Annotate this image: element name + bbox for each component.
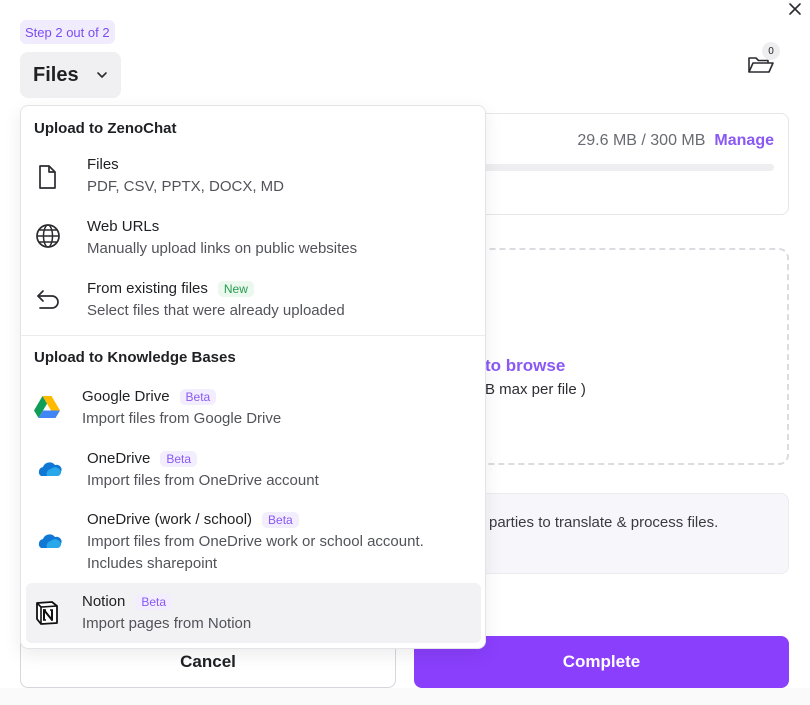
file-size-limit: B max per file ) [485, 381, 586, 398]
storage-usage: 29.6 MB / 300 MB Manage [577, 132, 774, 150]
menu-item-files[interactable]: Files PDF, CSV, PPTX, DOCX, MD [26, 154, 481, 202]
file-icon [39, 165, 56, 189]
menu-item-desc: Select files that were already uploaded [87, 302, 345, 319]
menu-item-title: From existing files [87, 280, 208, 297]
onedrive-icon [38, 534, 62, 548]
step-badge: Step 2 out of 2 [20, 20, 115, 44]
menu-item-desc: Import files from Google Drive [82, 410, 282, 427]
notice-text: parties to translate & process files. [489, 514, 719, 531]
globe-icon [36, 224, 60, 248]
return-arrow-icon [37, 290, 59, 309]
menu-item-onedrive[interactable]: OneDrive Beta Import files from OneDrive… [26, 448, 481, 496]
menu-item-desc: Manually upload links on public websites [87, 240, 358, 257]
onedrive-icon [38, 462, 62, 476]
menu-item-onedrive-work[interactable]: OneDrive (work / school) Beta Import fil… [26, 509, 481, 577]
bottom-bar [0, 688, 810, 705]
menu-item-existing-files[interactable]: From existing files New Select files tha… [26, 278, 481, 326]
files-dropdown-button[interactable]: Files [20, 52, 121, 98]
browse-link[interactable]: to browse [485, 356, 565, 376]
menu-item-desc: Import files from OneDrive account [87, 472, 319, 489]
menu-item-desc: Import pages from Notion [82, 615, 252, 632]
menu-item-title: Web URLs [87, 218, 160, 235]
beta-badge: Beta [262, 511, 299, 528]
section-title-zenochat: Upload to ZenoChat [34, 120, 177, 137]
notion-icon [36, 601, 58, 625]
menu-item-title: OneDrive (work / school) [87, 511, 253, 528]
google-drive-icon [34, 396, 60, 418]
menu-item-title: Google Drive [82, 388, 170, 405]
menu-item-google-drive[interactable]: Google Drive Beta Import files from Goog… [26, 386, 481, 434]
menu-divider [21, 335, 485, 336]
upload-source-menu: Upload to ZenoChat Files PDF, CSV, PPTX,… [20, 105, 486, 649]
folder-count-badge: 0 [762, 42, 780, 60]
close-icon[interactable] [786, 0, 804, 18]
menu-item-title: Notion [82, 593, 126, 610]
files-dropdown-label: Files [33, 63, 79, 86]
section-title-knowledge-bases: Upload to Knowledge Bases [34, 349, 236, 366]
menu-item-title: OneDrive [87, 450, 151, 467]
menu-item-desc: PDF, CSV, PPTX, DOCX, MD [87, 178, 284, 195]
storage-usage-text: 29.6 MB / 300 MB [577, 132, 706, 149]
menu-item-web-urls[interactable]: Web URLs Manually upload links on public… [26, 216, 481, 264]
menu-item-notion[interactable]: Notion Beta Import pages from Notion [26, 583, 481, 643]
beta-badge: Beta [160, 450, 198, 467]
manage-link[interactable]: Manage [714, 132, 774, 150]
beta-badge: Beta [135, 593, 173, 610]
beta-badge: Beta [179, 388, 217, 405]
chevron-down-icon [96, 72, 107, 78]
menu-item-desc: Import files from OneDrive work or schoo… [87, 533, 424, 572]
menu-item-title: Files [87, 156, 119, 173]
new-badge: New [217, 280, 254, 297]
